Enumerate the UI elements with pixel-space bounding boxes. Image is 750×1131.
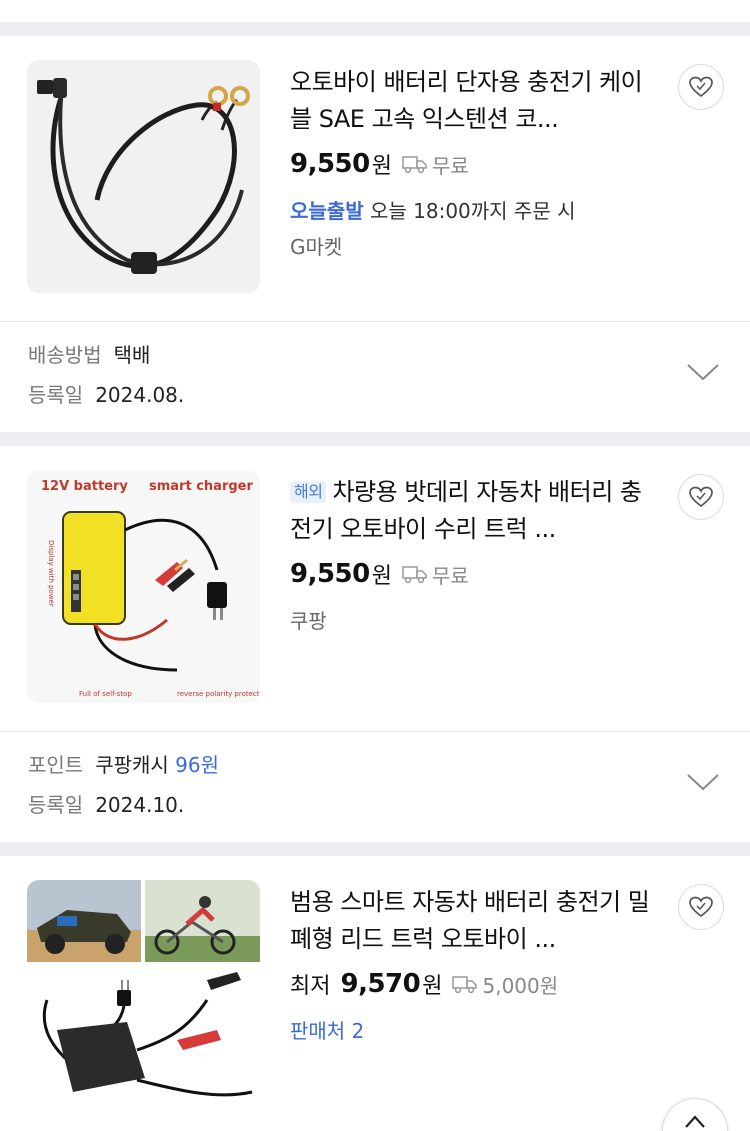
product-image[interactable] [27, 880, 260, 1113]
lowest-price-label: 최저 [290, 974, 331, 999]
price-number: 9,550 [290, 559, 370, 589]
shipping-info: 무료 [402, 560, 469, 589]
heart-icon [689, 486, 713, 508]
top-area [0, 0, 750, 22]
today-ship-label: 오늘출발 [290, 199, 364, 223]
seller-name[interactable]: G마켓 [290, 232, 650, 262]
product-info: 해외 차량용 밧데리 자동차 배터리 충전기 오토바이 수리 트럭 ... 9,5… [290, 474, 650, 636]
price-unit: 원 [371, 564, 392, 589]
truck-icon [402, 566, 427, 584]
product-card[interactable]: 12V battery smart charger Display with p… [0, 446, 750, 731]
product-info: 범용 스마트 자동차 배터리 충전기 밀폐형 리드 트럭 오토바이 ... 최저… [290, 884, 650, 1046]
image-label-side: Display with power [47, 540, 55, 607]
meta-value: 2024.10. [95, 793, 185, 817]
product-title-text: 차량용 밧데리 자동차 배터리 충전기 오토바이 수리 트럭 ... [290, 478, 642, 543]
chevron-down-icon[interactable] [686, 362, 720, 382]
meta-row-date: 등록일 2024.08. [28, 380, 184, 410]
image-label-top-right: smart charger [149, 479, 253, 494]
product-meta: 배송방법 택배 등록일 2024.08. [0, 321, 750, 432]
section-divider [0, 22, 750, 36]
shipping-label: 무료 [432, 153, 469, 178]
shipping-info: 5,000원 [452, 970, 558, 999]
truck-icon [452, 976, 478, 994]
meta-key: 포인트 [28, 753, 84, 777]
product-title[interactable]: 오토바이 배터리 단자용 충전기 케이블 SAE 고속 익스텐션 코... [290, 64, 650, 138]
section-divider [0, 842, 750, 856]
delivery-deadline: 오늘 18:00까지 주문 시 [369, 199, 576, 223]
meta-key: 등록일 [28, 383, 84, 407]
product-card[interactable]: 오토바이 배터리 단자용 충전기 케이블 SAE 고속 익스텐션 코... 9,… [0, 36, 750, 321]
wishlist-button[interactable] [678, 64, 724, 110]
product-title[interactable]: 범용 스마트 자동차 배터리 충전기 밀폐형 리드 트럭 오토바이 ... [290, 884, 650, 958]
heart-icon [689, 896, 713, 918]
product-card[interactable]: 범용 스마트 자동차 배터리 충전기 밀폐형 리드 트럭 오토바이 ... 최저… [0, 856, 750, 1131]
section-divider [0, 432, 750, 446]
meta-key: 등록일 [28, 793, 84, 817]
meta-row-points: 포인트 쿠팡캐시 96원 [28, 750, 219, 780]
image-label-top-left: 12V battery [41, 479, 128, 494]
price-row: 9,550 원 무료 [290, 556, 650, 592]
product-info: 오토바이 배터리 단자용 충전기 케이블 SAE 고속 익스텐션 코... 9,… [290, 64, 650, 262]
arrow-up-icon [685, 1115, 705, 1128]
chevron-down-icon[interactable] [686, 772, 720, 792]
heart-icon [689, 76, 713, 98]
wishlist-button[interactable] [678, 474, 724, 520]
shipping-info: 무료 [402, 150, 469, 179]
price-row: 9,550 원 무료 [290, 146, 650, 182]
image-label-bottom-right: reverse polarity protection [177, 690, 260, 698]
price-unit: 원 [422, 974, 443, 999]
overseas-badge: 해외 [290, 481, 327, 503]
price-number: 9,550 [290, 149, 370, 179]
product-meta: 포인트 쿠팡캐시 96원 등록일 2024.10. [0, 731, 750, 842]
seller-name[interactable]: 쿠팡 [290, 606, 650, 636]
shipping-label: 무료 [432, 563, 469, 588]
price-unit: 원 [371, 154, 392, 179]
meta-row-delivery: 배송방법 택배 [28, 340, 150, 370]
points-amount: 96원 [175, 753, 220, 777]
meta-value: 쿠팡캐시 [95, 753, 169, 777]
meta-key: 배송방법 [28, 343, 102, 367]
product-title[interactable]: 해외 차량용 밧데리 자동차 배터리 충전기 오토바이 수리 트럭 ... [290, 474, 650, 548]
delivery-info: 오늘출발 오늘 18:00까지 주문 시 [290, 196, 650, 226]
wishlist-button[interactable] [678, 884, 724, 930]
price-row: 최저 9,570 원 5,000원 [290, 966, 650, 1002]
meta-value: 2024.08. [95, 383, 185, 407]
shipping-fee: 5,000원 [482, 973, 559, 998]
price-number: 9,570 [340, 969, 421, 999]
seller-count-link[interactable]: 판매처 2 [290, 1016, 650, 1046]
meta-value: 택배 [113, 343, 151, 367]
truck-icon [402, 156, 427, 174]
product-image[interactable] [27, 60, 260, 293]
meta-row-date: 등록일 2024.10. [28, 790, 184, 820]
image-label-bottom-left: Full of self-stop [79, 690, 132, 698]
product-image[interactable]: 12V battery smart charger Display with p… [27, 470, 260, 703]
